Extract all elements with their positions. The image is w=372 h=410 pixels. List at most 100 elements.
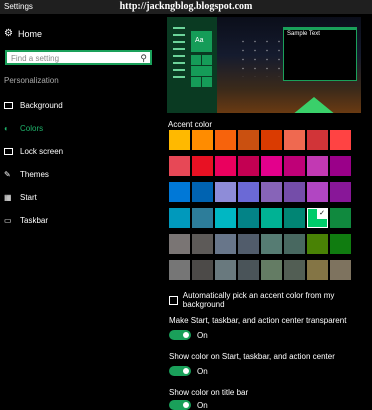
accent-color-swatch[interactable] xyxy=(238,260,259,280)
accent-color-swatch[interactable] xyxy=(192,260,213,280)
auto-pick-accent-checkbox[interactable]: Automatically pick an accent color from … xyxy=(169,291,372,309)
title-bar: Settings http://jackngblog.blogspot.com xyxy=(0,0,372,14)
show-color-start-toggle-row: On xyxy=(169,366,208,376)
accent-color-swatch[interactable] xyxy=(192,156,213,176)
accent-color-swatch[interactable] xyxy=(238,208,259,228)
accent-color-swatch[interactable]: ✓ xyxy=(307,208,328,228)
sidebar-item-start[interactable]: ▦ Start xyxy=(4,190,37,204)
section-label: Personalization xyxy=(4,76,59,85)
preview-tile xyxy=(202,55,212,65)
accent-color-swatch[interactable] xyxy=(330,260,351,280)
accent-color-swatch[interactable] xyxy=(261,182,282,202)
preview-tile-text: Aa xyxy=(195,37,204,44)
auto-pick-label: Automatically pick an accent color from … xyxy=(182,291,335,309)
preview-sample-window: Sample Text xyxy=(283,27,357,81)
accent-color-swatch[interactable] xyxy=(307,130,328,150)
accent-color-swatch[interactable] xyxy=(284,208,305,228)
sidebar-item-taskbar[interactable]: ▭ Taskbar xyxy=(4,213,48,227)
theme-preview: Aa Sample Text xyxy=(167,17,361,113)
accent-color-swatch[interactable] xyxy=(307,182,328,202)
transparency-toggle[interactable] xyxy=(169,330,191,340)
accent-color-swatch[interactable] xyxy=(238,234,259,254)
sidebar-item-background[interactable]: Background xyxy=(4,98,63,112)
accent-color-swatch[interactable] xyxy=(192,208,213,228)
preview-sample-text: Sample Text xyxy=(287,31,320,37)
accent-color-swatch[interactable] xyxy=(307,234,328,254)
accent-color-swatch[interactable] xyxy=(307,260,328,280)
accent-color-swatch[interactable] xyxy=(169,130,190,150)
preview-tile xyxy=(191,77,201,87)
start-icon: ▦ xyxy=(4,192,12,202)
transparency-state: On xyxy=(197,330,208,340)
show-color-start-label: Show color on Start, taskbar, and action… xyxy=(169,352,335,361)
show-color-title-label: Show color on title bar xyxy=(169,388,249,397)
home-label: Home xyxy=(18,28,43,39)
preview-sample-titlebar xyxy=(284,28,356,30)
accent-color-swatch[interactable] xyxy=(284,156,305,176)
show-color-title-state: On xyxy=(197,400,208,410)
accent-color-swatch[interactable] xyxy=(261,234,282,254)
accent-color-swatch[interactable] xyxy=(215,130,236,150)
accent-color-swatch[interactable] xyxy=(169,234,190,254)
accent-color-swatch[interactable] xyxy=(238,182,259,202)
sidebar-item-lock-screen[interactable]: Lock screen xyxy=(4,144,63,158)
accent-color-swatch[interactable] xyxy=(192,182,213,202)
lock-screen-icon xyxy=(4,147,20,155)
image-icon xyxy=(4,101,20,109)
accent-color-heading: Accent color xyxy=(168,120,213,129)
checkmark-icon: ✓ xyxy=(317,209,327,219)
accent-color-swatch[interactable] xyxy=(261,260,282,280)
accent-color-swatch[interactable] xyxy=(192,234,213,254)
accent-color-swatch[interactable] xyxy=(169,208,190,228)
main-panel: Aa Sample Text Accent color ✓ Automatica… xyxy=(164,14,372,410)
accent-color-swatch[interactable] xyxy=(215,156,236,176)
accent-color-swatch[interactable] xyxy=(330,234,351,254)
search-placeholder: Find a setting xyxy=(11,54,60,63)
accent-color-swatch[interactable] xyxy=(169,182,190,202)
home-nav-item[interactable]: ⚙ Home xyxy=(4,28,42,39)
accent-color-swatch[interactable] xyxy=(192,130,213,150)
accent-color-swatch[interactable] xyxy=(238,130,259,150)
accent-color-swatch[interactable] xyxy=(330,208,351,228)
sidebar-item-label: Lock screen xyxy=(20,146,64,156)
show-color-start-toggle[interactable] xyxy=(169,366,191,376)
show-color-title-toggle-row: On xyxy=(169,400,208,410)
accent-color-swatch[interactable] xyxy=(169,260,190,280)
accent-color-swatch[interactable] xyxy=(169,156,190,176)
gear-icon: ⚙ xyxy=(4,28,13,39)
sidebar-item-themes[interactable]: ✎ Themes xyxy=(4,167,49,181)
show-color-start-state: On xyxy=(197,366,208,376)
accent-color-swatch[interactable] xyxy=(330,182,351,202)
preview-menu-lines xyxy=(173,27,185,83)
accent-color-swatch[interactable] xyxy=(215,208,236,228)
taskbar-icon: ▭ xyxy=(4,215,12,225)
sidebar-item-label: Themes xyxy=(20,169,49,179)
accent-color-swatch[interactable] xyxy=(261,208,282,228)
checkbox-box[interactable] xyxy=(169,295,178,305)
accent-color-swatch[interactable] xyxy=(284,130,305,150)
accent-color-swatch[interactable] xyxy=(215,234,236,254)
accent-color-swatch[interactable] xyxy=(261,156,282,176)
show-color-title-toggle[interactable] xyxy=(169,400,191,410)
preview-tile xyxy=(202,77,212,87)
accent-color-swatch[interactable] xyxy=(284,234,305,254)
accent-color-swatch[interactable] xyxy=(307,156,328,176)
accent-color-swatch[interactable] xyxy=(330,156,351,176)
accent-color-swatch[interactable] xyxy=(284,182,305,202)
brush-icon: ✎ xyxy=(4,169,11,179)
accent-color-swatch[interactable] xyxy=(330,130,351,150)
preview-tile xyxy=(191,55,201,65)
transparency-label: Make Start, taskbar, and action center t… xyxy=(169,316,347,325)
accent-color-swatch[interactable] xyxy=(238,156,259,176)
sidebar-item-colors[interactable]: ◐ Colors xyxy=(4,121,43,135)
search-input[interactable]: Find a setting ⚲ xyxy=(5,50,152,65)
accent-color-grid: ✓ xyxy=(169,130,353,286)
sidebar: ⚙ Home Find a setting ⚲ Personalization … xyxy=(0,14,164,400)
accent-color-swatch[interactable] xyxy=(215,260,236,280)
watermark-text: http://jackngblog.blogspot.com xyxy=(119,1,253,12)
accent-color-swatch[interactable] xyxy=(261,130,282,150)
preview-tile xyxy=(191,66,212,76)
accent-color-swatch[interactable] xyxy=(215,182,236,202)
preview-tile: Aa xyxy=(191,31,212,52)
accent-color-swatch[interactable] xyxy=(284,260,305,280)
